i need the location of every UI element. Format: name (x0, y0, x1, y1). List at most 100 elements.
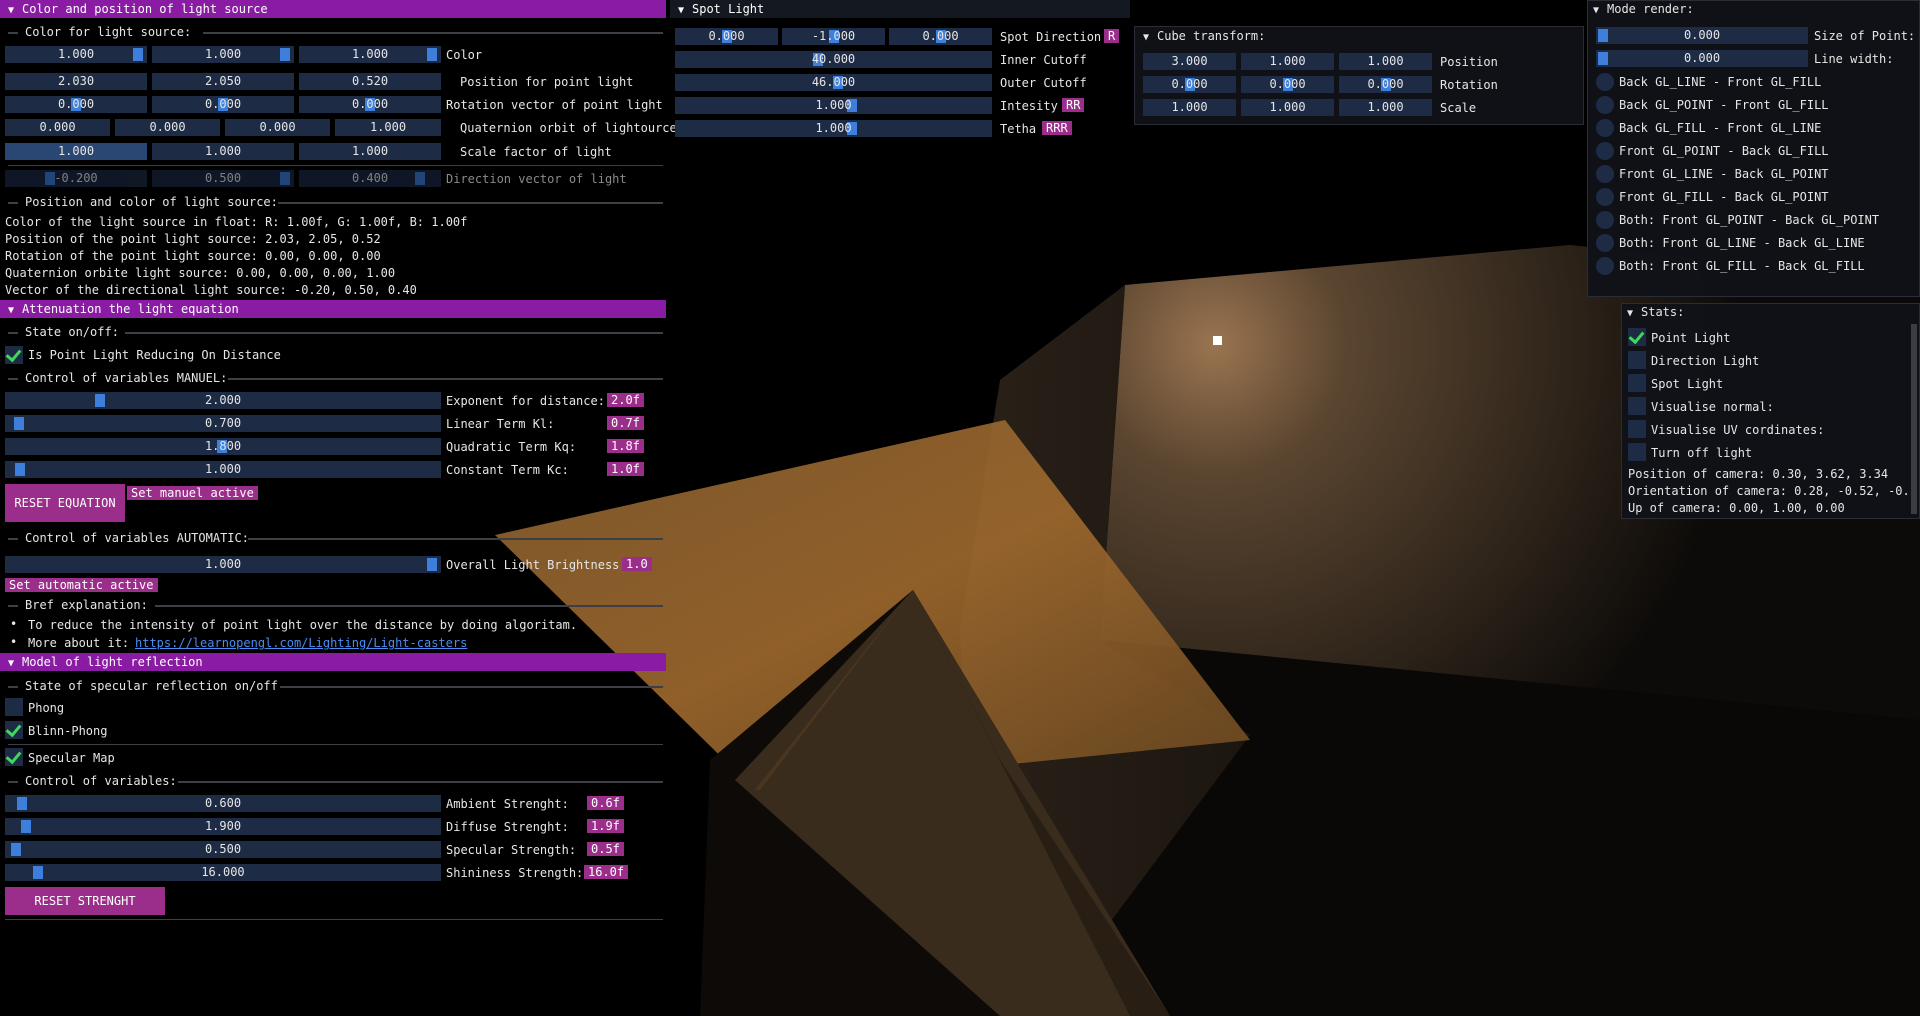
spot-dir-x-field[interactable]: 0.000 (675, 28, 778, 45)
color-r-field[interactable]: 1.000 (5, 46, 147, 63)
learnopengl-link[interactable]: https://learnopengl.com/Lighting/Light-c… (135, 636, 467, 650)
collapse-arrow-icon[interactable]: ▼ (8, 302, 22, 320)
mode-option-radio[interactable] (1596, 119, 1614, 137)
spot-light-checkbox[interactable] (1628, 374, 1646, 392)
cube-rot-x-field[interactable]: 0.000 (1143, 76, 1236, 93)
cube-scale-x-field[interactable]: 1.000 (1143, 99, 1236, 116)
mode-option-radio[interactable] (1596, 73, 1614, 91)
light-panel-titlebar[interactable]: ▼ Color and position of light source (0, 0, 666, 18)
tetha-slider[interactable]: 1.000 (675, 120, 992, 137)
reflection-titlebar[interactable]: ▼ Model of light reflection (0, 653, 666, 671)
collapse-arrow-icon[interactable]: ▼ (1593, 5, 1607, 16)
mode-option-radio[interactable] (1596, 257, 1614, 275)
exponent-slider[interactable]: 2.000 (5, 392, 441, 409)
mode-option-radio[interactable] (1596, 165, 1614, 183)
intensity-slider[interactable]: 1.000 (675, 97, 992, 114)
quat-y-field[interactable]: 0.000 (115, 119, 220, 136)
light-scale-z-field[interactable]: 1.000 (299, 143, 441, 160)
info-line-direction: Vector of the directional light source: … (5, 283, 417, 297)
linear-slider[interactable]: 0.700 (5, 415, 441, 432)
reset-strength-button[interactable]: RESET STRENGHT (5, 887, 165, 915)
collapse-arrow-icon[interactable]: ▼ (1627, 308, 1641, 319)
light-rot-x-field[interactable]: 0.000 (5, 96, 147, 113)
dir-z-field[interactable]: 0.400 (299, 170, 441, 187)
dir-y-field[interactable]: 0.500 (152, 170, 294, 187)
visualise-normal-checkbox[interactable] (1628, 397, 1646, 415)
constant-slider[interactable]: 1.000 (5, 461, 441, 478)
cube-scale-y-field[interactable]: 1.000 (1241, 99, 1334, 116)
color-b-field[interactable]: 1.000 (299, 46, 441, 63)
mode-option-radio[interactable] (1596, 188, 1614, 206)
ambient-slider[interactable]: 0.600 (5, 795, 441, 812)
specular-slider[interactable]: 0.500 (5, 841, 441, 858)
point-light-checkbox[interactable] (1628, 328, 1646, 346)
set-manual-button[interactable]: Set manuel active (127, 486, 258, 500)
turn-off-light-checkbox[interactable] (1628, 443, 1646, 461)
shininess-label: Shininess Strength: (446, 866, 584, 880)
spot-direction-reset-button[interactable]: R (1104, 29, 1120, 43)
light-source-marker (1213, 336, 1222, 345)
set-auto-button[interactable]: Set automatic active (5, 578, 158, 592)
spot-titlebar[interactable]: ▼ Spot Light (670, 0, 1130, 18)
collapse-arrow-icon[interactable]: ▼ (8, 2, 22, 20)
cube-pos-y-field[interactable]: 1.000 (1241, 53, 1334, 70)
light-pos-x-field[interactable]: 2.030 (5, 73, 147, 90)
cube-rot-z-field[interactable]: 0.000 (1339, 76, 1432, 93)
light-scale-x-field[interactable]: 1.000 (5, 143, 147, 160)
direction-light-checkbox[interactable] (1628, 351, 1646, 369)
diffuse-badge: 1.9f (587, 819, 624, 833)
mode-option-radio[interactable] (1596, 234, 1614, 252)
quat-z-field[interactable]: 0.000 (225, 119, 330, 136)
spot-dir-y-field[interactable]: -1.000 (782, 28, 885, 45)
reset-equation-button[interactable]: RESET EQUATION (5, 484, 125, 522)
mode-option-radio[interactable] (1596, 96, 1614, 114)
cube-scale-z-field[interactable]: 1.000 (1339, 99, 1432, 116)
atten-titlebar[interactable]: ▼ Attenuation the light equation (0, 300, 666, 318)
quat-x-field[interactable]: 0.000 (5, 119, 110, 136)
inner-cutoff-slider[interactable]: 40.000 (675, 51, 992, 68)
blinn-phong-checkbox[interactable] (5, 721, 23, 739)
cube-pos-x-field[interactable]: 3.000 (1143, 53, 1236, 70)
diffuse-slider[interactable]: 1.900 (5, 818, 441, 835)
tetha-reset-button[interactable]: RRR (1042, 121, 1072, 135)
phong-label: Phong (28, 701, 65, 715)
mode-option-radio[interactable] (1596, 142, 1614, 160)
exponent-badge: 2.0f (607, 393, 644, 407)
spot-dir-z-field[interactable]: 0.000 (889, 28, 992, 45)
specular-map-checkbox[interactable] (5, 748, 23, 766)
collapse-arrow-icon[interactable]: ▼ (8, 655, 22, 673)
specular-label: Specular Strength: (446, 843, 577, 857)
dir-x-field[interactable]: -0.200 (5, 170, 147, 187)
light-scale-y-field[interactable]: 1.000 (152, 143, 294, 160)
stats-scrollbar[interactable] (1911, 324, 1917, 514)
quat-w-field[interactable]: 1.000 (335, 119, 441, 136)
mode-titlebar[interactable]: ▼ Mode render: (1593, 2, 1694, 16)
collapse-arrow-icon[interactable]: ▼ (678, 2, 692, 20)
light-rot-y-field[interactable]: 0.000 (152, 96, 294, 113)
intensity-reset-button[interactable]: RR (1062, 98, 1085, 112)
cube-pos-z-field[interactable]: 1.000 (1339, 53, 1432, 70)
cube-rotation-label: Rotation (1440, 78, 1498, 92)
cube-titlebar[interactable]: ▼ Cube transform: (1143, 29, 1265, 43)
section-color-heading: Color for light source: (25, 25, 192, 39)
light-pos-y-field[interactable]: 2.050 (152, 73, 294, 90)
reflection-title: Model of light reflection (22, 655, 203, 669)
outer-cutoff-slider[interactable]: 46.000 (675, 74, 992, 91)
visualise-uv-checkbox[interactable] (1628, 420, 1646, 438)
line-width-slider[interactable]: 0.000 (1596, 50, 1808, 67)
shininess-slider[interactable]: 16.000 (5, 864, 441, 881)
reduce-distance-checkbox[interactable] (5, 346, 23, 364)
light-rot-z-field[interactable]: 0.000 (299, 96, 441, 113)
quadratic-slider[interactable]: 1.800 (5, 438, 441, 455)
point-size-slider[interactable]: 0.000 (1596, 27, 1808, 44)
point-light-label: Point Light (1651, 331, 1731, 345)
cube-rot-y-field[interactable]: 0.000 (1241, 76, 1334, 93)
collapse-arrow-icon[interactable]: ▼ (1143, 32, 1157, 43)
light-panel-title: Color and position of light source (22, 2, 268, 16)
stats-titlebar[interactable]: ▼ Stats: (1627, 305, 1684, 319)
light-pos-z-field[interactable]: 0.520 (299, 73, 441, 90)
mode-option-radio[interactable] (1596, 211, 1614, 229)
color-g-field[interactable]: 1.000 (152, 46, 294, 63)
brightness-slider[interactable]: 1.000 (5, 556, 441, 573)
phong-checkbox[interactable] (5, 698, 23, 716)
